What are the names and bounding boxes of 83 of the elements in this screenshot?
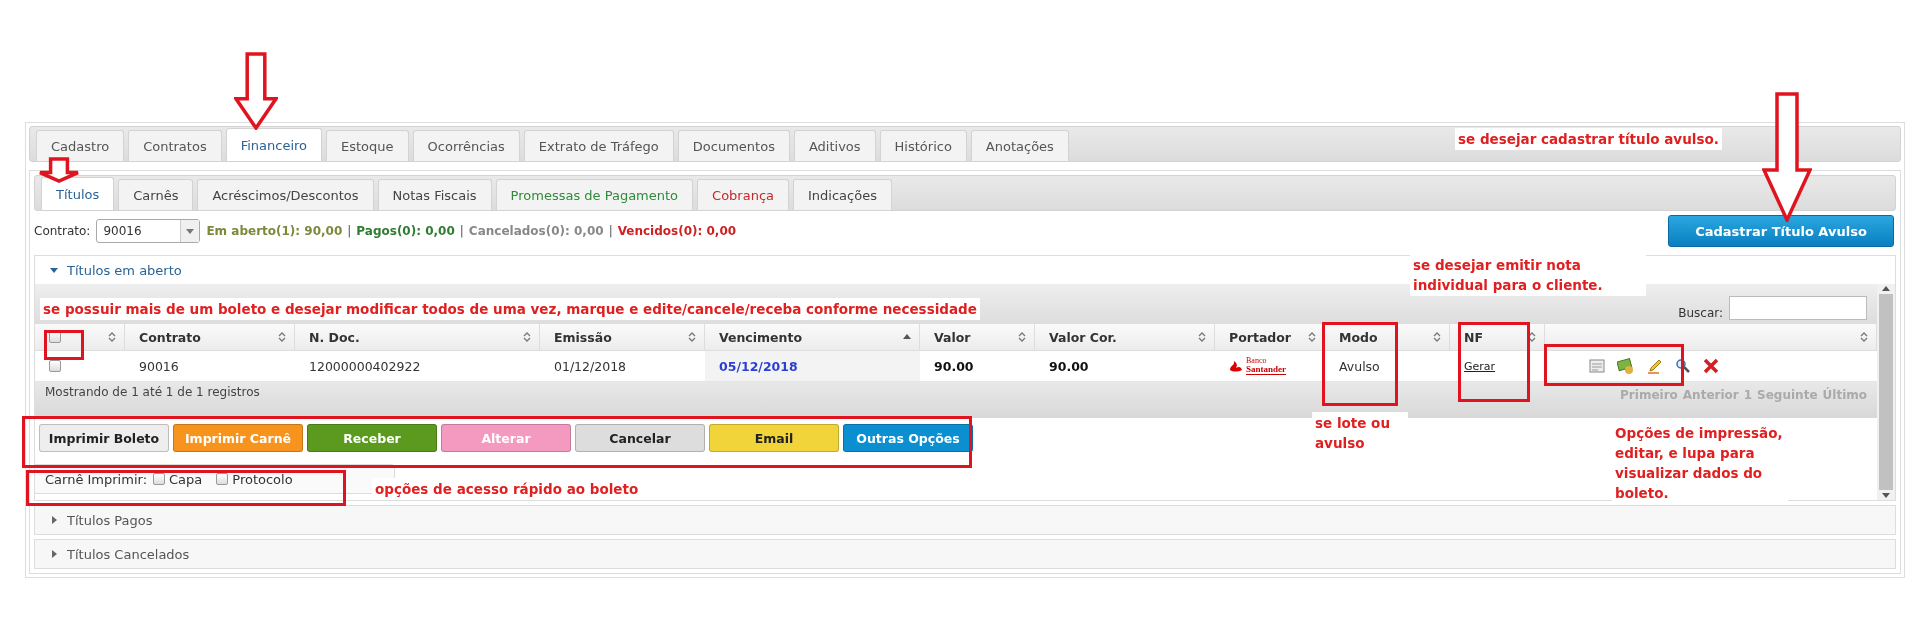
summary-value: Pagos(0): 0,00 [356,224,455,238]
option-label: Capa [169,471,203,487]
search-field[interactable] [1729,296,1867,320]
expand-icon[interactable] [49,549,59,559]
table-cell: 90.00 [1049,358,1089,374]
tab[interactable]: Histórico [879,130,967,161]
checkbox[interactable] [216,473,229,485]
sort-icon[interactable] [688,331,696,343]
sort-icon[interactable] [1860,331,1868,343]
expand-icon[interactable] [49,515,59,525]
action-button[interactable]: Imprimir Boleto [39,424,169,452]
dropdown-icon[interactable] [186,228,195,234]
sort-icon[interactable] [1528,331,1536,343]
sort-icon[interactable] [1198,331,1206,343]
tab[interactable]: Contratos [128,130,222,161]
bank-logo-text: Banco [1246,357,1268,365]
summary-value: Em aberto(1): 90,00 [206,224,343,238]
column-header[interactable]: Modo [1339,329,1378,345]
column-header[interactable]: N. Doc. [309,329,360,345]
contract-label: Contrato: [34,224,91,238]
sort-icon[interactable] [1308,331,1316,343]
table-cell: 90016 [139,358,179,374]
bank-logo-text: Santander [1246,365,1286,375]
separator: | [608,224,613,238]
contract-select[interactable]: 90016 [96,219,201,243]
summary-value: Cancelados(0): 0,00 [468,224,604,238]
annotation-note: se desejar emitir nota individual para o cliente. [1410,254,1646,296]
collapse-icon[interactable] [49,265,59,275]
section-title[interactable]: Títulos em aberto [67,262,182,278]
annotation-note: se desejar cadastrar título avulso. [1455,128,1722,150]
tab[interactable]: Cadastro [36,130,125,161]
add-title-button[interactable]: Cadastrar Título Avulso [1668,215,1894,247]
option-label: Protocolo [232,471,293,487]
tab[interactable]: Indicações [793,179,892,210]
cash-icon[interactable] [1617,357,1635,375]
generate-link[interactable]: Gerar [1464,359,1496,373]
tab[interactable]: Carnês [118,179,194,210]
table-cell: 01/12/2018 [554,358,627,374]
due-date: 05/12/2018 [719,358,798,374]
tab[interactable]: Ocorrências [412,130,520,161]
separator: | [459,224,464,238]
tab[interactable]: Cobrança [697,179,790,210]
annotation-arrow [38,157,80,183]
sort-icon[interactable] [523,331,531,343]
sort-icon[interactable] [1433,331,1441,343]
section-title[interactable]: Títulos Cancelados [67,546,190,562]
tab[interactable]: Anotações [970,130,1069,161]
tab[interactable]: Extrato de Tráfego [523,130,674,161]
flame-icon [1229,360,1243,372]
records-info: Mostrando de 1 até 1 de 1 registros [45,385,260,399]
cross-icon[interactable] [1703,358,1719,374]
section-title[interactable]: Títulos Pagos [67,512,153,528]
annotation-note: se possuir mais de um boleto e desejar modificar todos de uma vez, marque e edite/cancele/receba conforme necessidade [40,298,980,320]
table-cell: 12000000402922 [309,358,421,374]
tab[interactable]: Promessas de Pagamento [495,179,694,210]
action-button[interactable]: Cancelar [575,424,705,452]
action-button[interactable]: Outras Opções [843,424,973,452]
tab[interactable]: Documentos [677,130,790,161]
separator: | [347,224,352,238]
action-button[interactable]: Email [709,424,839,452]
column-header[interactable]: Valor [934,329,971,345]
tab[interactable]: Aditivos [793,130,876,161]
column-header[interactable]: NF [1464,329,1483,345]
tab[interactable]: Acréscimos/Descontos [197,179,374,210]
table-cell: Avulso [1339,358,1380,374]
search-icon[interactable] [1675,358,1691,374]
sort-icon[interactable] [1018,331,1026,343]
checkbox[interactable] [153,473,165,485]
table-cell: 90.00 [934,358,974,374]
scrollbar[interactable] [1877,284,1895,500]
summary-value: Vencidos(0): 0,00 [617,224,737,238]
tab[interactable]: Financeiro [225,128,323,161]
sort-icon[interactable] [108,331,116,343]
tab[interactable]: Notas Fiscais [377,179,492,210]
tab[interactable]: Títulos [41,177,115,210]
scroll-up-icon[interactable] [1881,284,1891,292]
search-label: Buscar: [1678,306,1723,320]
tab[interactable]: Estoque [326,130,409,161]
checkbox[interactable] [49,360,61,372]
carne-label: Carnê Imprimir: [45,471,147,487]
scroll-down-icon[interactable] [1881,492,1891,500]
sort-icon[interactable] [278,331,286,343]
pencil-icon[interactable] [1647,358,1663,374]
